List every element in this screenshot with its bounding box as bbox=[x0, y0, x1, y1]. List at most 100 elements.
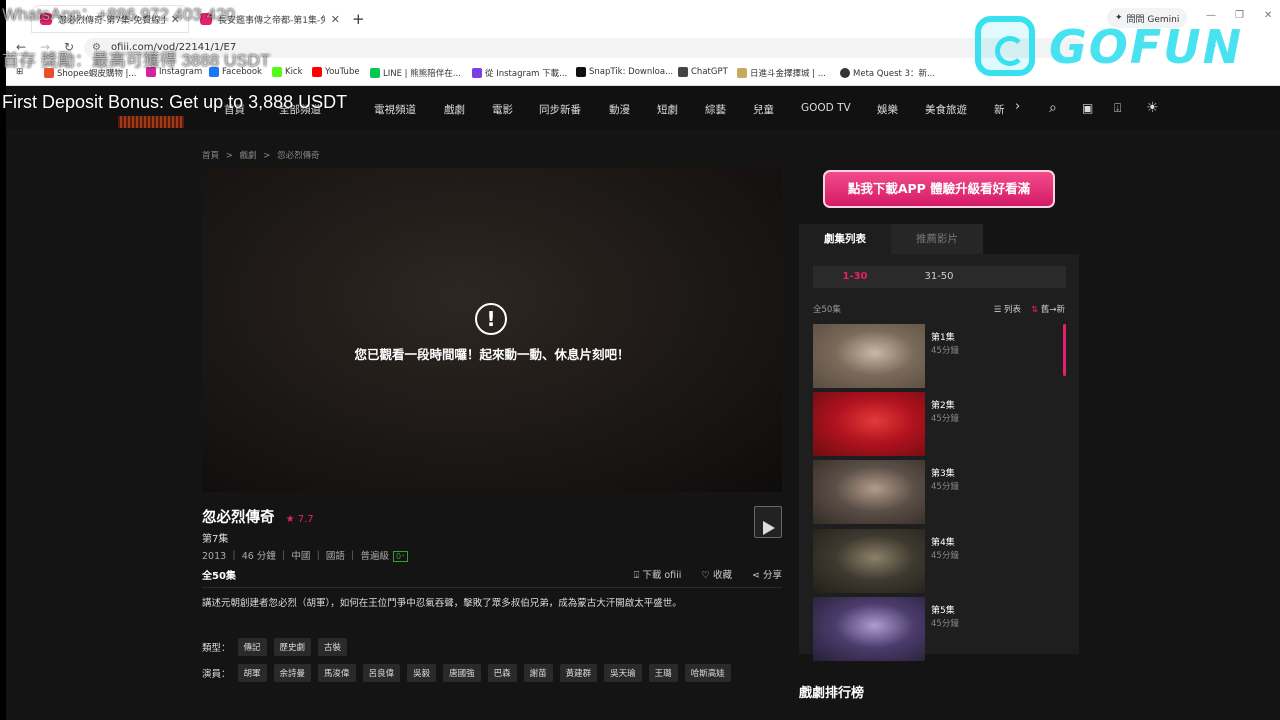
cast-label: 演員： bbox=[202, 669, 231, 680]
nav-short-drama[interactable]: 短劇 bbox=[657, 102, 678, 117]
bookmark-youtube[interactable]: YouTube bbox=[312, 67, 360, 77]
video-player[interactable]: ! 您已觀看一段時間囉！起來動一動、休息片刻吧！ bbox=[202, 168, 782, 492]
bookmark-label: YouTube bbox=[325, 67, 360, 77]
list-view-toggle[interactable]: ☰ 列表 bbox=[994, 303, 1021, 315]
breadcrumb-home[interactable]: 首頁 bbox=[202, 151, 219, 161]
share-label: 分享 bbox=[762, 570, 782, 581]
episode-item[interactable]: 第2集 45分鐘 bbox=[813, 392, 1053, 456]
list-icon: ☰ bbox=[993, 305, 1005, 315]
meta-icon bbox=[840, 68, 850, 78]
rating: ★ 7.7 bbox=[285, 514, 314, 525]
site-logo[interactable] bbox=[118, 116, 184, 128]
nav-tv-channels[interactable]: 電視頻道 bbox=[374, 102, 416, 117]
bookmark-label: Kick bbox=[285, 67, 303, 77]
nav-food-travel[interactable]: 美食旅遊 bbox=[925, 102, 967, 117]
cast-tag[interactable]: 呂良偉 bbox=[362, 664, 401, 682]
bookmark-meta[interactable]: Meta Quest 3：新... bbox=[840, 67, 935, 79]
tab-episode-list[interactable]: 劇集列表 bbox=[799, 224, 891, 254]
cast-tag[interactable]: 吳天瑜 bbox=[604, 664, 642, 682]
download-app-button[interactable]: 點我下載APP 體驗升級看好看滿 bbox=[823, 170, 1055, 208]
sort-toggle[interactable]: ⇅ 舊→新 bbox=[1031, 303, 1065, 315]
cast-tag[interactable]: 哈斯高娃 bbox=[684, 664, 731, 682]
overlay-bonus-en: First Deposit Bonus: Get up to 3,888 USD… bbox=[2, 92, 348, 112]
show-meta: 2013 ｜ 46 分鐘 ｜ 中國 ｜ 國語 ｜ 普遍級 0⁺ bbox=[202, 548, 409, 562]
range-1-30[interactable]: 1-30 bbox=[813, 266, 897, 288]
nav-more-chevron-icon[interactable]: › bbox=[1015, 99, 1020, 114]
snaptik-icon bbox=[576, 67, 586, 77]
nav-goodtv[interactable]: GOOD TV bbox=[801, 102, 851, 114]
bookmark-line[interactable]: LINE | 熊熊陪伴在... bbox=[370, 67, 461, 79]
cast-tag[interactable]: 唐國強 bbox=[443, 664, 481, 682]
download-icon[interactable]: ⍗ bbox=[1114, 101, 1121, 116]
breadcrumb-current: 忽必烈傳奇 bbox=[277, 151, 320, 161]
nav-drama[interactable]: 戲劇 bbox=[444, 102, 465, 117]
chatgpt-icon bbox=[678, 67, 688, 77]
gofun-logo: GOFUN bbox=[975, 16, 1275, 78]
episode-duration: 45分鐘 bbox=[931, 551, 959, 561]
tab-recommended[interactable]: 推薦影片 bbox=[891, 224, 983, 254]
genre-tag[interactable]: 古裝 bbox=[318, 638, 348, 656]
episode-panel: 1-30 31-50 全50集 ☰ 列表 ⇅ 舊→新 第1集 45分鐘 第2集 45分… bbox=[799, 254, 1079, 661]
tv-icon[interactable]: ▣ bbox=[1082, 101, 1093, 115]
current-episode: 第7集 bbox=[202, 534, 229, 545]
divider bbox=[202, 587, 782, 588]
cast-tag[interactable]: 余詩曼 bbox=[273, 664, 312, 682]
episode-count: 全50集 bbox=[813, 305, 841, 315]
bookmark-label: 從 Instagram 下載... bbox=[485, 69, 568, 79]
list-controls: ☰ 列表 ⇅ 舊→新 bbox=[994, 303, 1065, 315]
genre-label: 類型： bbox=[202, 643, 231, 654]
download-app-link[interactable]: ⍗ 下載 ofiii bbox=[634, 567, 682, 581]
episode-item[interactable]: 第3集 45分鐘 bbox=[813, 460, 1053, 524]
cast-tag[interactable]: 吳毅 bbox=[407, 664, 437, 682]
nav-variety[interactable]: 綜藝 bbox=[705, 102, 726, 117]
nav-entertainment[interactable]: 娛樂 bbox=[877, 102, 898, 117]
genre-tag[interactable]: 歷史劇 bbox=[273, 638, 312, 656]
bookmark-ig-downloader[interactable]: 從 Instagram 下載... bbox=[472, 67, 567, 79]
theme-toggle-icon[interactable]: ☀ bbox=[1146, 100, 1159, 116]
share-button[interactable]: ⋖ 分享 bbox=[752, 567, 782, 581]
share-icon: ⋖ bbox=[752, 570, 763, 581]
episode-label: 第4集 bbox=[931, 538, 955, 548]
sort-icon: ⇅ bbox=[1031, 305, 1041, 315]
show-info: 忽必烈傳奇 ★ 7.7 第7集 2013 ｜ 46 分鐘 ｜ 中國 ｜ 國語 ｜… bbox=[202, 506, 782, 682]
nav-kids[interactable]: 兒童 bbox=[753, 102, 774, 117]
episode-item[interactable]: 第4集 45分鐘 bbox=[813, 529, 1053, 593]
cast-tag[interactable]: 胡軍 bbox=[237, 664, 267, 682]
bookmark-game[interactable]: 日進斗金擇擇城 | ... bbox=[737, 67, 826, 79]
range-31-50[interactable]: 31-50 bbox=[897, 266, 981, 288]
age-rating-badge: 0⁺ bbox=[392, 551, 409, 562]
show-description: 講述元朝創建者忽必烈（胡軍），如何在王位鬥爭中忍氣吞聲，擊敗了眾多叔伯兄弟，成為… bbox=[202, 598, 682, 609]
genre-row: 類型： 傳記 歷史劇 古裝 bbox=[202, 638, 348, 656]
nav-new[interactable]: 新 bbox=[994, 102, 1005, 117]
bookmark-snaptik[interactable]: SnapTik: Downloa... bbox=[576, 67, 673, 77]
action-bar: ⍗ 下載 ofiii ♡ 收藏 ⋖ 分享 bbox=[634, 567, 782, 581]
cast-tag[interactable]: 謝苗 bbox=[523, 664, 553, 682]
favorite-label: 收藏 bbox=[712, 570, 732, 581]
cast-tag[interactable]: 王璐 bbox=[648, 664, 678, 682]
alert-icon: ! bbox=[475, 303, 507, 335]
nav-anime[interactable]: 動漫 bbox=[609, 102, 630, 117]
line-icon bbox=[370, 68, 380, 78]
episode-item[interactable]: 第5集 45分鐘 bbox=[813, 597, 1053, 661]
nav-simulcast[interactable]: 同步新番 bbox=[539, 102, 581, 117]
download-label: 下載 ofiii bbox=[642, 570, 682, 581]
episode-thumbnail bbox=[813, 529, 925, 593]
bookmark-label: 日進斗金擇擇城 | ... bbox=[750, 69, 826, 79]
new-tab-button[interactable]: + bbox=[352, 10, 365, 28]
scrollbar-thumb[interactable] bbox=[1063, 324, 1066, 376]
episode-item[interactable]: 第1集 45分鐘 bbox=[813, 324, 1053, 388]
bookmark-kick[interactable]: Kick bbox=[272, 67, 303, 77]
cast-tag[interactable]: 馬浚偉 bbox=[318, 664, 356, 682]
cast-tag[interactable]: 黃建群 bbox=[559, 664, 598, 682]
bookmark-chatgpt[interactable]: ChatGPT bbox=[678, 67, 728, 77]
nav-movies[interactable]: 電影 bbox=[492, 102, 513, 117]
cast-tag[interactable]: 巴森 bbox=[487, 664, 517, 682]
close-tab-icon[interactable]: ✕ bbox=[331, 13, 340, 26]
meta-text: 2013 ｜ 46 分鐘 ｜ 中國 ｜ 國語 ｜ 普遍級 bbox=[202, 551, 389, 562]
favorite-button[interactable]: ♡ 收藏 bbox=[701, 567, 732, 581]
breadcrumb-drama[interactable]: 戲劇 bbox=[240, 151, 257, 161]
breadcrumb-sep: > bbox=[263, 151, 271, 161]
search-icon[interactable]: ⌕ bbox=[1049, 100, 1057, 116]
overlay-bonus-zh: 首存 獎勵：最高可獲得 3888 USDT bbox=[2, 51, 271, 70]
genre-tag[interactable]: 傳記 bbox=[237, 638, 267, 656]
